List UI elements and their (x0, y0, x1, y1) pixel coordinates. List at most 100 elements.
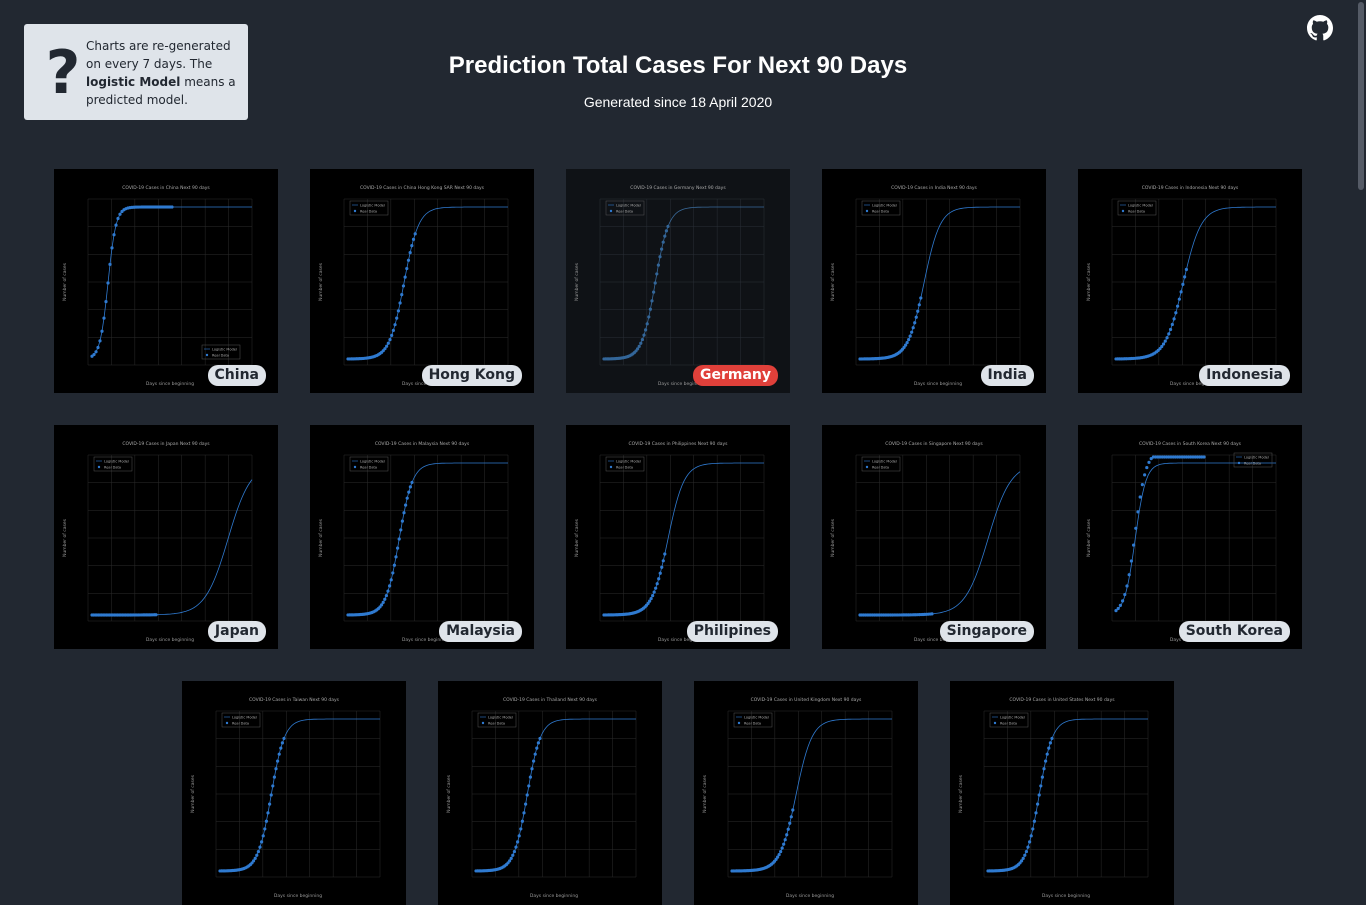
chart-title: COVID-19 Cases in Germany Next 90 days (630, 185, 726, 191)
real-data-point (118, 212, 122, 216)
real-data-point (1134, 526, 1138, 530)
chart-card-malaysia[interactable]: COVID-19 Cases in Malaysia Next 90 days D… (310, 425, 534, 649)
scrollbar[interactable] (1356, 0, 1366, 768)
country-label[interactable]: South Korea (1178, 621, 1290, 642)
legend-real-swatch (353, 209, 357, 213)
real-data-point (1136, 510, 1140, 514)
country-label[interactable]: Philipines (686, 621, 778, 642)
github-icon[interactable] (1307, 15, 1333, 41)
real-data-point (1170, 322, 1174, 327)
chart-card-taiwan[interactable]: COVID-19 Cases in Taiwan Next 90 days Day… (182, 681, 406, 905)
y-axis-label: Number of cases (62, 262, 68, 301)
real-data-point (917, 303, 921, 307)
real-data-point (930, 612, 934, 616)
scrollbar-thumb[interactable] (1358, 2, 1364, 190)
real-data-point (263, 827, 267, 831)
real-data-point (170, 205, 174, 209)
real-data-point (261, 834, 265, 838)
country-label[interactable]: Japan (207, 621, 266, 642)
real-data-point (663, 234, 667, 238)
real-data-point (1145, 465, 1149, 470)
real-data-point (1118, 603, 1122, 607)
real-data-point (256, 849, 260, 854)
chart-card-united-kingdom[interactable]: COVID-19 Cases in United Kingdom Next 90… (694, 681, 918, 905)
real-data-point (381, 600, 385, 604)
real-data-point (384, 593, 388, 598)
real-data-point (407, 490, 411, 494)
chart-card-indonesia[interactable]: COVID-19 Cases in Indonesia Next 90 days… (1078, 169, 1302, 393)
chart-card-hong-kong[interactable]: COVID-19 Cases in China Hong Kong SAR Ne… (310, 169, 534, 393)
chart-card-south-korea[interactable]: COVID-19 Cases in South Korea Next 90 da… (1078, 425, 1302, 649)
legend-model-label: Logistic Model (360, 460, 385, 464)
real-data-point (535, 746, 539, 750)
legend-real-label: Real Data (360, 210, 377, 214)
chart-card-japan[interactable]: COVID-19 Cases in Japan Next 90 days Days… (54, 425, 278, 649)
x-axis-label: Days since beginning (1042, 893, 1090, 899)
real-data-point (394, 555, 398, 559)
chart-card-india[interactable]: COVID-19 Cases in India Next 90 days Days… (822, 169, 1046, 393)
real-data-point (780, 846, 784, 850)
real-data-point (652, 590, 656, 594)
real-data-point (658, 571, 662, 575)
legend-real-label: Real Data (1128, 210, 1145, 214)
real-data-point (913, 321, 917, 325)
real-data-point (272, 775, 276, 779)
chart-title: COVID-19 Cases in Thailand Next 90 days (503, 697, 598, 703)
chart-card-philipines[interactable]: COVID-19 Cases in Philippines Next 90 da… (566, 425, 790, 649)
chart-card-germany[interactable]: COVID-19 Cases in Germany Next 90 days Da… (566, 169, 790, 393)
real-data-point (386, 341, 390, 345)
real-data-point (92, 352, 96, 357)
logistic-model-line (220, 718, 380, 872)
real-data-point (517, 834, 521, 838)
legend-real-swatch (993, 721, 997, 725)
real-data-point (664, 229, 668, 233)
prediction-chart: COVID-19 Cases in South Korea Next 90 da… (1086, 441, 1277, 643)
legend-real-label: Real Data (212, 354, 229, 358)
country-label[interactable]: India (980, 365, 1034, 386)
real-data-point (1116, 606, 1120, 611)
country-label[interactable]: Hong Kong (421, 365, 522, 386)
legend-real-swatch (737, 721, 741, 725)
real-data-point (413, 232, 417, 236)
real-data-point (791, 808, 795, 812)
real-data-point (388, 584, 392, 588)
legend-real-label: Real Data (616, 210, 633, 214)
country-label[interactable]: Indonesia (1199, 365, 1290, 386)
real-data-point (536, 741, 540, 745)
real-data-point (401, 284, 406, 288)
chart-title: COVID-19 Cases in Malaysia Next 90 days (375, 441, 470, 447)
prediction-chart: COVID-19 Cases in Thailand Next 90 days D… (446, 697, 637, 899)
legend-real-swatch (97, 465, 101, 469)
real-data-point (905, 340, 909, 345)
real-data-point (1179, 290, 1183, 294)
chart-card-united-states[interactable]: COVID-19 Cases in United States Next 90 … (950, 681, 1174, 905)
real-data-point (1040, 775, 1044, 779)
y-axis-label: Number of cases (318, 262, 324, 301)
real-data-point (282, 736, 286, 741)
legend-real-swatch (865, 465, 869, 469)
chart-card-singapore[interactable]: COVID-19 Cases in Singapore Next 90 days… (822, 425, 1046, 649)
real-data-point (908, 334, 912, 338)
real-data-point (640, 337, 644, 342)
logistic-model-line (348, 206, 508, 360)
real-data-point (255, 853, 259, 857)
prediction-chart: COVID-19 Cases in Singapore Next 90 days… (830, 441, 1021, 643)
real-data-point (397, 537, 401, 541)
real-data-point (1050, 736, 1054, 741)
country-label[interactable]: China (207, 365, 266, 386)
real-data-point (1024, 849, 1028, 854)
real-data-point (398, 301, 402, 305)
real-data-point (651, 593, 655, 598)
real-data-point (388, 338, 392, 342)
chart-title: COVID-19 Cases in China Next 90 days (122, 185, 210, 191)
chart-card-thailand[interactable]: COVID-19 Cases in Thailand Next 90 days D… (438, 681, 662, 905)
real-data-point (788, 821, 792, 825)
real-data-point (520, 819, 524, 823)
chart-card-china[interactable]: COVID-19 Cases in China Next 90 days Days… (54, 169, 278, 393)
real-data-point (789, 815, 793, 819)
chart-title: COVID-19 Cases in Philippines Next 90 da… (629, 441, 729, 447)
y-axis-label: Number of cases (958, 774, 964, 813)
country-label[interactable]: Malaysia (439, 621, 522, 642)
country-label[interactable]: Singapore (939, 621, 1034, 642)
country-label[interactable]: Germany (692, 365, 778, 386)
